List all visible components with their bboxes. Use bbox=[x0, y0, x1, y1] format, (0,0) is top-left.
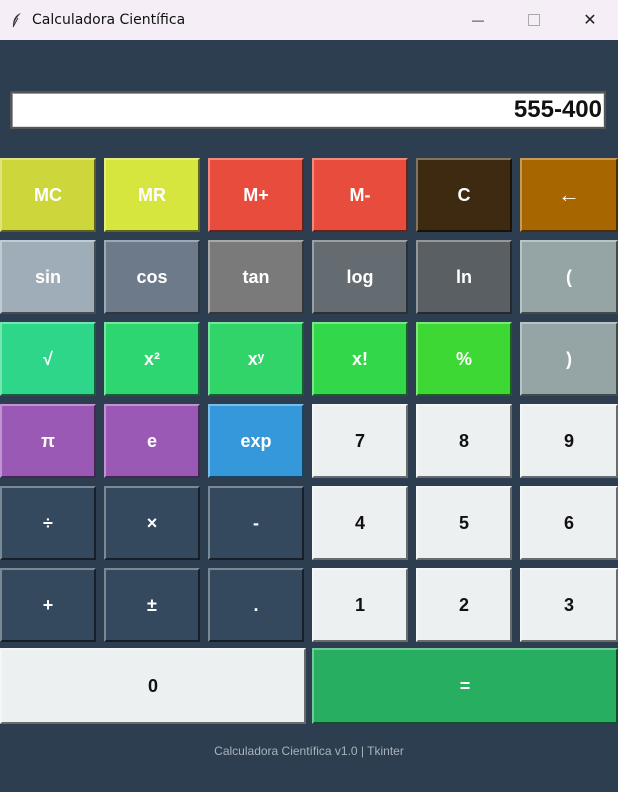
digit-1-button[interactable]: 1 bbox=[312, 568, 408, 642]
maximize-icon bbox=[528, 14, 540, 26]
multiply-button[interactable]: × bbox=[104, 486, 200, 560]
close-paren-button[interactable]: ) bbox=[520, 322, 618, 396]
memory-subtract-button[interactable]: M- bbox=[312, 158, 408, 232]
footer-version-label: Calculadora Científica v1.0 | Tkinter bbox=[214, 744, 404, 758]
tan-button[interactable]: tan bbox=[208, 240, 304, 314]
digit-0-button[interactable]: 0 bbox=[0, 648, 306, 724]
clear-button[interactable]: C bbox=[416, 158, 512, 232]
digit-7-button[interactable]: 7 bbox=[312, 404, 408, 478]
pi-button[interactable]: π bbox=[0, 404, 96, 478]
e-constant-button[interactable]: e bbox=[104, 404, 200, 478]
exp-button[interactable]: exp bbox=[208, 404, 304, 478]
memory-add-button[interactable]: M+ bbox=[208, 158, 304, 232]
ln-button[interactable]: ln bbox=[416, 240, 512, 314]
digit-5-button[interactable]: 5 bbox=[416, 486, 512, 560]
backspace-button[interactable]: ← bbox=[520, 158, 618, 232]
minus-button[interactable]: - bbox=[208, 486, 304, 560]
calculator-display[interactable]: 555-400 bbox=[10, 91, 606, 129]
memory-clear-button[interactable]: MC bbox=[0, 158, 96, 232]
digit-9-button[interactable]: 9 bbox=[520, 404, 618, 478]
window-title: Calculadora Científica bbox=[32, 12, 186, 28]
power-button[interactable]: xʸ bbox=[208, 322, 304, 396]
digit-3-button[interactable]: 3 bbox=[520, 568, 618, 642]
equals-button[interactable]: = bbox=[312, 648, 618, 724]
decimal-button[interactable]: . bbox=[208, 568, 304, 642]
minimize-button[interactable]: — bbox=[450, 0, 506, 40]
sin-button[interactable]: sin bbox=[0, 240, 96, 314]
divide-button[interactable]: ÷ bbox=[0, 486, 96, 560]
plus-minus-button[interactable]: ± bbox=[104, 568, 200, 642]
digit-6-button[interactable]: 6 bbox=[520, 486, 618, 560]
close-icon: ✕ bbox=[583, 12, 597, 29]
digit-2-button[interactable]: 2 bbox=[416, 568, 512, 642]
open-paren-button[interactable]: ( bbox=[520, 240, 618, 314]
square-button[interactable]: x² bbox=[104, 322, 200, 396]
sqrt-button[interactable]: √ bbox=[0, 322, 96, 396]
cos-button[interactable]: cos bbox=[104, 240, 200, 314]
close-button[interactable]: ✕ bbox=[562, 0, 618, 40]
factorial-button[interactable]: x! bbox=[312, 322, 408, 396]
digit-4-button[interactable]: 4 bbox=[312, 486, 408, 560]
title-bar: Calculadora Científica — ✕ bbox=[0, 0, 618, 40]
memory-recall-button[interactable]: MR bbox=[104, 158, 200, 232]
log-button[interactable]: log bbox=[312, 240, 408, 314]
percent-button[interactable]: % bbox=[416, 322, 512, 396]
feather-icon bbox=[10, 12, 24, 28]
plus-button[interactable]: + bbox=[0, 568, 96, 642]
maximize-button[interactable] bbox=[506, 0, 562, 40]
minimize-icon: — bbox=[472, 13, 484, 27]
digit-8-button[interactable]: 8 bbox=[416, 404, 512, 478]
